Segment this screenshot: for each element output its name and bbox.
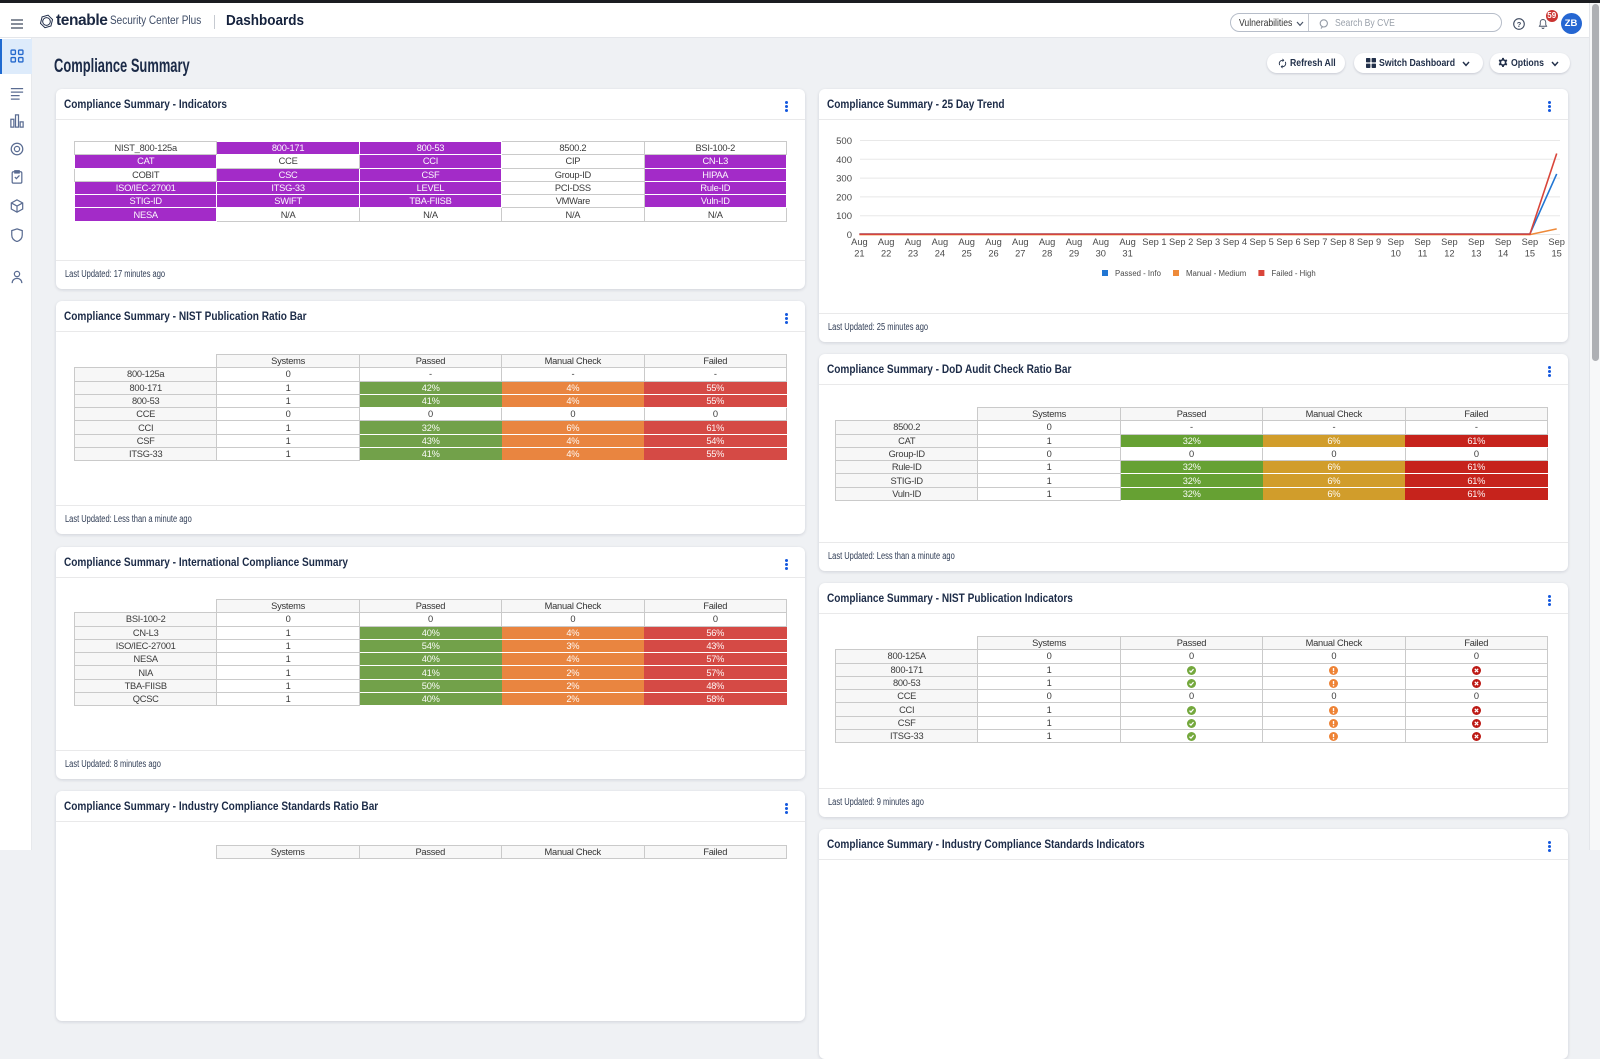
svg-text:15: 15 xyxy=(1552,249,1562,259)
svg-text:Aug: Aug xyxy=(1119,237,1136,247)
svg-text:300: 300 xyxy=(836,174,852,185)
svg-text:Aug: Aug xyxy=(985,237,1002,247)
svg-text:30: 30 xyxy=(1096,249,1106,259)
svg-text:Aug: Aug xyxy=(1093,237,1110,247)
svg-text:400: 400 xyxy=(836,155,852,166)
svg-text:500: 500 xyxy=(836,136,852,147)
svg-text:200: 200 xyxy=(836,192,852,203)
svg-text:24: 24 xyxy=(935,249,945,259)
svg-text:11: 11 xyxy=(1418,249,1428,259)
svg-text:Sep 5: Sep 5 xyxy=(1250,237,1274,247)
svg-text:Aug: Aug xyxy=(958,237,975,247)
svg-text:?: ? xyxy=(1516,20,1521,29)
svg-text:13: 13 xyxy=(1471,249,1481,259)
svg-text:Sep: Sep xyxy=(1388,237,1405,247)
svg-text:Aug: Aug xyxy=(851,237,868,247)
svg-text:22: 22 xyxy=(881,249,891,259)
svg-text:Aug: Aug xyxy=(878,237,895,247)
svg-text:Sep: Sep xyxy=(1548,237,1565,247)
svg-text:12: 12 xyxy=(1444,249,1454,259)
svg-text:Sep 9: Sep 9 xyxy=(1357,237,1381,247)
svg-text:Sep 2: Sep 2 xyxy=(1169,237,1193,247)
svg-text:Aug: Aug xyxy=(1039,237,1056,247)
svg-text:27: 27 xyxy=(1015,249,1025,259)
svg-text:Sep 4: Sep 4 xyxy=(1223,237,1247,247)
svg-text:15: 15 xyxy=(1525,249,1535,259)
svg-text:Sep: Sep xyxy=(1495,237,1512,247)
svg-text:14: 14 xyxy=(1498,249,1508,259)
svg-text:28: 28 xyxy=(1042,249,1052,259)
svg-text:Sep 7: Sep 7 xyxy=(1303,237,1327,247)
svg-text:31: 31 xyxy=(1122,249,1132,259)
svg-text:21: 21 xyxy=(854,249,864,259)
svg-text:Sep 6: Sep 6 xyxy=(1276,237,1300,247)
svg-text:Aug: Aug xyxy=(932,237,949,247)
svg-text:Aug: Aug xyxy=(1012,237,1029,247)
svg-text:Sep 1: Sep 1 xyxy=(1142,237,1166,247)
svg-text:29: 29 xyxy=(1069,249,1079,259)
svg-text:Manual - Medium: Manual - Medium xyxy=(1186,269,1246,278)
svg-text:Sep 8: Sep 8 xyxy=(1330,237,1354,247)
svg-text:23: 23 xyxy=(908,249,918,259)
svg-text:Aug: Aug xyxy=(1066,237,1083,247)
svg-text:Sep: Sep xyxy=(1468,237,1485,247)
svg-text:25: 25 xyxy=(962,249,972,259)
svg-text:Aug: Aug xyxy=(905,237,922,247)
svg-text:Sep: Sep xyxy=(1441,237,1458,247)
svg-text:26: 26 xyxy=(988,249,998,259)
svg-text:Sep: Sep xyxy=(1522,237,1539,247)
svg-text:100: 100 xyxy=(836,211,852,222)
svg-text:Sep 3: Sep 3 xyxy=(1196,237,1220,247)
svg-text:Passed - Info: Passed - Info xyxy=(1115,269,1162,278)
svg-text:Sep: Sep xyxy=(1414,237,1431,247)
svg-text:Failed - High: Failed - High xyxy=(1272,269,1316,278)
svg-text:10: 10 xyxy=(1391,249,1401,259)
